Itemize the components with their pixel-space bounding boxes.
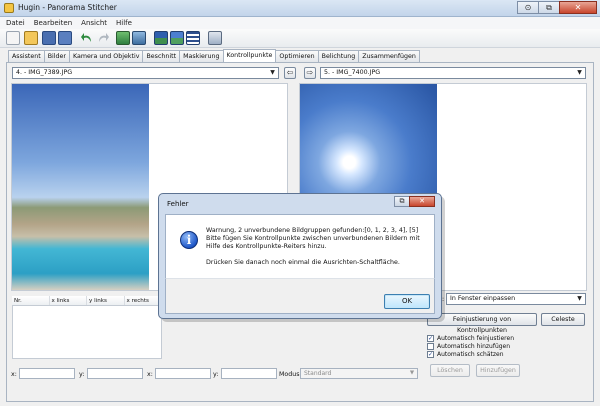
title-bar: Hugin - Panorama Stitcher ⊙ ⧉ ✕ [0,0,600,17]
menu-bar: Datei Bearbeiten Ansicht Hilfe [0,17,600,29]
tab-bilder[interactable]: Bilder [43,50,70,62]
auto-fine-tune-checkbox-row[interactable]: ✓ Automatisch feinjustieren [427,334,514,342]
checkbox-checked-icon[interactable]: ✓ [427,350,434,358]
chevron-down-icon: ▼ [270,69,275,76]
menu-datei[interactable]: Datei [6,17,25,29]
dialog-message-line-1: Warnung, 2 unverbundene Bildgruppen gefu… [206,227,419,234]
y-left-label: y: [79,371,85,378]
left-panorama-image [12,84,149,290]
column-x-links[interactable]: x links [50,296,87,305]
preview-icon[interactable] [154,31,168,45]
add-button[interactable]: Hinzufügen [476,364,520,377]
chevron-down-icon: ▼ [577,69,582,76]
control-point-table-header: Nr. x links y links x rechts [12,296,162,306]
menu-bearbeiten[interactable]: Bearbeiten [34,17,72,29]
hugin-window: Hugin - Panorama Stitcher ⊙ ⧉ ✕ Datei Be… [0,0,600,406]
ok-button[interactable]: OK [384,294,430,309]
minimize-button[interactable]: ⊙ [517,1,539,14]
redo-icon[interactable] [96,31,110,45]
dialog-restore-button[interactable]: ⧉ [394,196,410,207]
dialog-message-line-4: Drücken Sie danach noch einmal die Ausri… [206,259,400,266]
window-title: Hugin - Panorama Stitcher [18,3,117,12]
checkbox-unchecked-icon[interactable] [427,342,434,350]
next-image-button[interactable]: ⇨ [304,67,316,79]
chevron-down-icon: ▼ [577,295,582,302]
right-image-name: 5. - IMG_7400.JPG [324,69,381,76]
tab-kontrollpunkte[interactable]: Kontrollpunkte [222,49,277,62]
new-project-icon[interactable] [6,31,20,45]
tab-assistent[interactable]: Assistent [8,50,45,62]
dialog-close-button[interactable]: ✕ [409,196,435,207]
prev-image-button[interactable]: ⇦ [284,67,296,79]
dialog-title: Fehler [167,200,189,208]
auto-add-checkbox-row[interactable]: Automatisch hinzufügen [427,342,510,350]
tab-beschnitt[interactable]: Beschnitt [142,50,181,62]
auto-fine-tune-label: Automatisch feinjustieren [437,334,515,342]
tab-zusammenfuegen[interactable]: Zusammenfügen [358,50,420,62]
dialog-message-area: i Warnung, 2 unverbundene Bildgruppen ge… [165,214,435,278]
control-point-list[interactable] [12,306,162,359]
right-image-select[interactable]: 5. - IMG_7400.JPG ▼ [320,67,586,79]
undo-icon[interactable] [80,31,94,45]
x-left-label: x: [11,371,17,378]
mode-select[interactable]: Standard ▼ [300,368,418,379]
mode-value: Standard [304,370,332,377]
menu-ansicht[interactable]: Ansicht [81,17,107,29]
x-right-label: x: [147,371,153,378]
chevron-down-icon: ▼ [409,370,415,376]
tab-belichtung[interactable]: Belichtung [317,50,360,62]
grid-icon[interactable] [186,31,200,45]
align-icon[interactable] [116,31,130,45]
column-x-rechts[interactable]: x rechts [125,296,162,305]
zoom-select[interactable]: In Fenster einpassen ▼ [446,293,586,305]
save-icon[interactable] [42,31,56,45]
fast-preview-icon[interactable] [170,31,184,45]
hugin-app-icon [4,3,14,13]
stitch-icon[interactable] [132,31,146,45]
dialog-window-controls: ⧉ ✕ [394,196,435,207]
toolbar [0,29,600,48]
close-window-button[interactable]: ✕ [559,1,597,14]
x-right-input[interactable] [155,368,211,379]
x-left-input[interactable] [19,368,75,379]
dialog-message-line-2: Bitte fügen Sie Kontrollpunkte zwischen … [206,235,420,242]
column-y-links[interactable]: y links [87,296,125,305]
auto-estimate-checkbox-row[interactable]: ✓ Automatisch schätzen [427,350,504,358]
celeste-button[interactable]: Celeste [541,313,585,326]
auto-estimate-label: Automatisch schätzen [437,350,504,358]
left-image-select[interactable]: 4. - IMG_7389.JPG ▼ [12,67,279,79]
tab-kamera-und-objektiv[interactable]: Kamera und Objektiv [68,50,144,62]
open-icon[interactable] [24,31,38,45]
tab-bar: Assistent Bilder Kamera und Objektiv Bes… [8,49,420,62]
maximize-button[interactable]: ⧉ [538,1,560,14]
left-image-name: 4. - IMG_7389.JPG [16,69,73,76]
dialog-title-bar: Fehler ⧉ ✕ [159,194,441,214]
y-right-input[interactable] [221,368,277,379]
delete-button[interactable]: Löschen [430,364,470,377]
auto-add-label: Automatisch hinzufügen [437,342,511,350]
settings-icon[interactable] [208,31,222,45]
save-as-icon[interactable] [58,31,72,45]
error-dialog: Fehler ⧉ ✕ i Warnung, 2 unverbundene Bil… [158,193,442,319]
menu-hilfe[interactable]: Hilfe [116,17,132,29]
checkbox-checked-icon[interactable]: ✓ [427,334,434,342]
y-left-input[interactable] [87,368,143,379]
column-nr[interactable]: Nr. [12,296,50,305]
tab-maskierung[interactable]: Maskierung [179,50,224,62]
tab-optimieren[interactable]: Optimieren [275,50,319,62]
window-controls: ⊙ ⧉ ✕ [517,1,597,15]
info-icon: i [180,231,198,249]
dialog-button-area: OK [165,278,435,314]
mode-label: Modus: [279,371,302,378]
dialog-message-line-3: Hilfe des Kontrollpunkte-Reiters hinzu. [206,243,327,250]
y-right-label: y: [213,371,219,378]
zoom-value: In Fenster einpassen [450,295,516,302]
